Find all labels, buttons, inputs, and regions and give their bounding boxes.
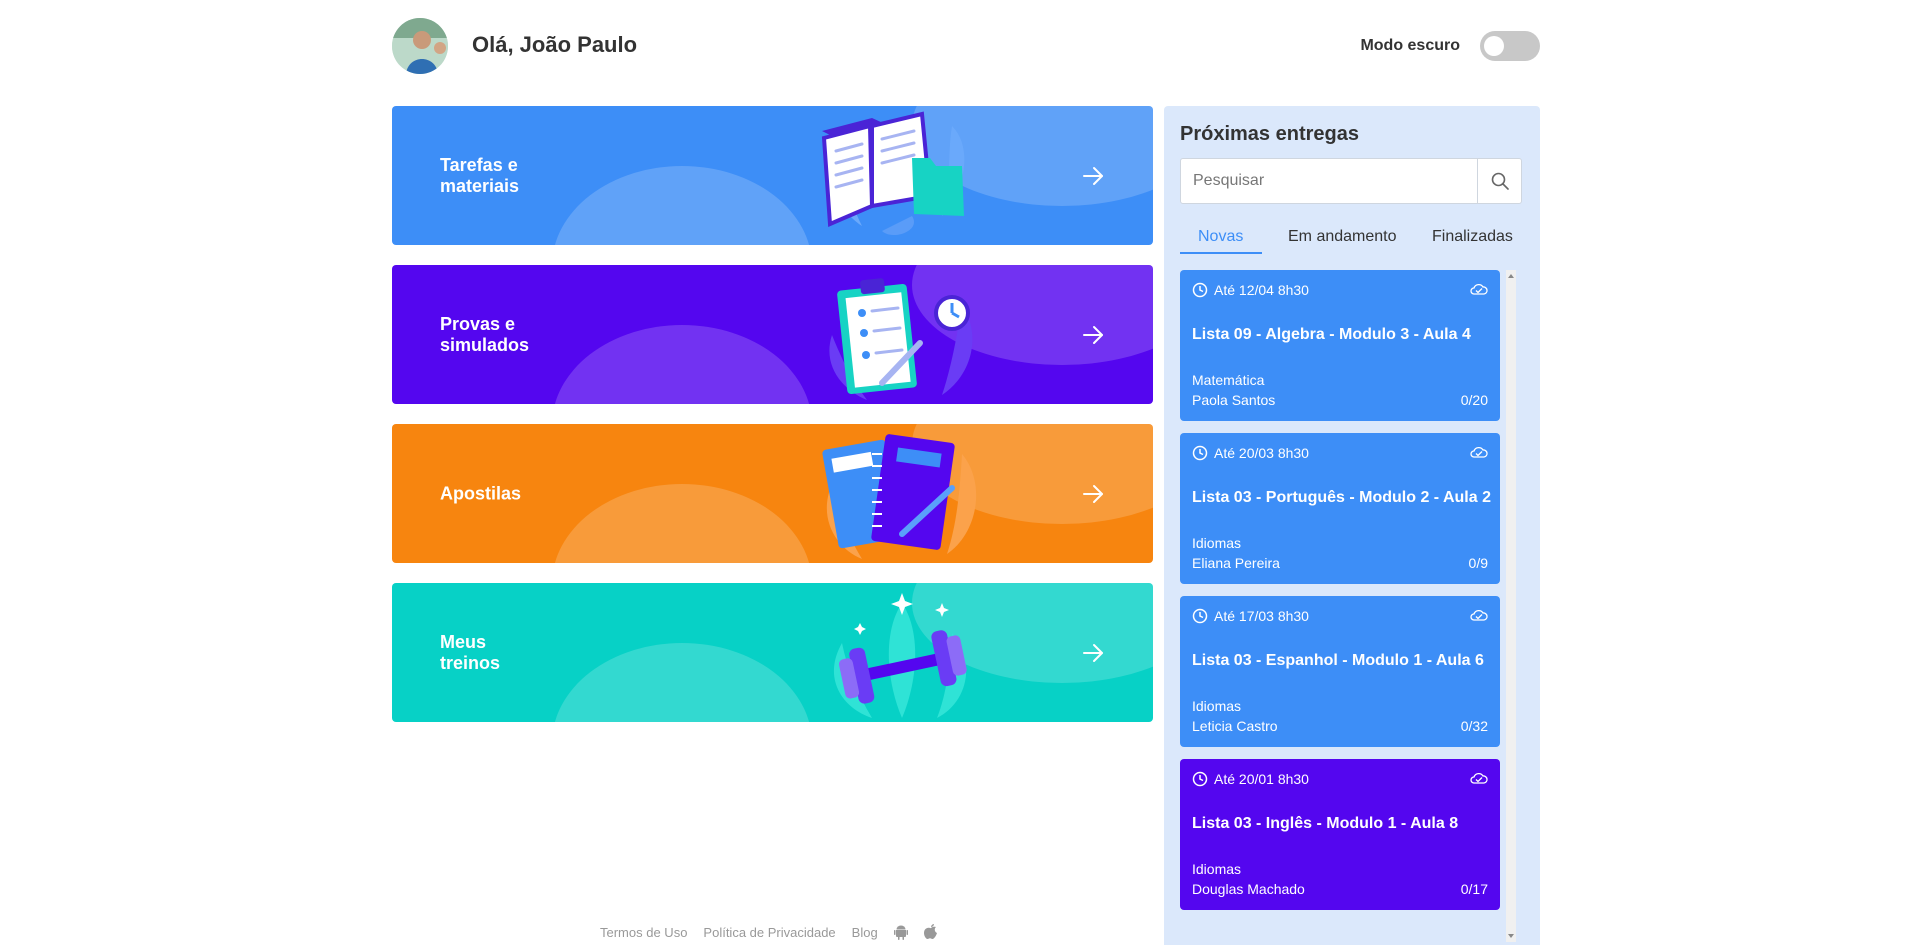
card-background-shape: [552, 166, 812, 245]
deliveries-list: Até 12/04 8h30 Lista 09 - Algebra - Modu…: [1180, 270, 1500, 942]
task-progress-count: 0/32: [1460, 718, 1488, 734]
panel-title: Próximas entregas: [1180, 123, 1359, 145]
arrow-right-icon: [1083, 166, 1103, 185]
card-tarefas-materiais[interactable]: Tarefas e materiais: [392, 106, 1153, 245]
greeting-title: Olá, João Paulo: [472, 32, 638, 57]
cloud-check-icon: [1470, 772, 1488, 784]
list-item[interactable]: Até 12/04 8h30 Lista 09 - Algebra - Modu…: [1180, 270, 1500, 421]
list-item[interactable]: Até 17/03 8h30 Lista 03 - Espanhol - Mod…: [1180, 596, 1500, 747]
cloud-check-icon: [1470, 283, 1488, 295]
task-title: Lista 03 - Inglês - Modulo 1 - Aula 8: [1192, 815, 1459, 832]
search-icon: [1491, 172, 1509, 190]
clock-icon: [1192, 608, 1208, 624]
arrow-right-icon: [1083, 484, 1103, 503]
apple-icon[interactable]: [923, 924, 938, 940]
card-background-shape: [552, 643, 812, 722]
card-background-shape: [552, 484, 812, 563]
category-cards: Tarefas e materiais Provas e simulados A…: [392, 106, 1153, 742]
due-date-text: Até 17/03 8h30: [1214, 608, 1309, 624]
android-icon[interactable]: [893, 924, 908, 940]
terms-link[interactable]: Termos de Uso: [600, 925, 687, 940]
due-date: Até 12/04 8h30: [1192, 282, 1309, 298]
tab-novas[interactable]: Novas: [1198, 228, 1243, 246]
task-title: Lista 09 - Algebra - Modulo 3 - Aula 4: [1192, 326, 1471, 343]
clock-icon: [1192, 282, 1208, 298]
task-progress-count: 0/9: [1468, 555, 1488, 571]
task-subject: Idiomas: [1192, 861, 1242, 877]
due-date-text: Até 20/01 8h30: [1214, 771, 1309, 787]
cloud-check-icon: [1470, 446, 1488, 458]
task-subject: Idiomas: [1192, 698, 1242, 714]
due-date: Até 20/01 8h30: [1192, 771, 1309, 787]
due-date: Até 20/03 8h30: [1192, 445, 1309, 461]
avatar[interactable]: [392, 18, 448, 74]
page-header: Olá, João Paulo Modo escuro: [392, 18, 1540, 74]
open-book-icon: [821, 111, 965, 236]
card-label: Meus treinos: [440, 631, 501, 673]
toggle-knob: [1484, 36, 1504, 56]
clock-icon: [1192, 771, 1208, 787]
task-teacher: Eliana Pereira: [1192, 555, 1280, 571]
task-title: Lista 03 - Português - Modulo 2 - Aula 2: [1192, 489, 1491, 506]
due-date-text: Até 20/03 8h30: [1214, 445, 1309, 461]
due-date-text: Até 12/04 8h30: [1214, 282, 1309, 298]
card-provas-simulados[interactable]: Provas e simulados: [392, 265, 1153, 404]
task-teacher: Paola Santos: [1192, 392, 1276, 408]
task-title: Lista 03 - Espanhol - Modulo 1 - Aula 6: [1192, 652, 1484, 669]
scroll-up-arrow[interactable]: [1508, 274, 1514, 278]
search-input[interactable]: [1181, 159, 1477, 203]
card-label: Provas e simulados: [440, 313, 530, 355]
list-item[interactable]: Até 20/01 8h30 Lista 03 - Inglês - Modul…: [1180, 759, 1500, 910]
page-footer: Termos de Uso Política de Privacidade Bl…: [600, 924, 938, 940]
card-apostilas[interactable]: Apostilas: [392, 424, 1153, 563]
search-button[interactable]: [1477, 159, 1521, 203]
task-subject: Matemática: [1192, 372, 1265, 388]
scroll-down-arrow[interactable]: [1508, 934, 1514, 938]
due-date: Até 17/03 8h30: [1192, 608, 1309, 624]
tab-em-andamento[interactable]: Em andamento: [1288, 228, 1397, 246]
card-background-shape: [552, 325, 812, 404]
dark-mode-label: Modo escuro: [1360, 37, 1460, 54]
list-item[interactable]: Até 20/03 8h30 Lista 03 - Português - Mo…: [1180, 433, 1500, 584]
tab-finalizadas[interactable]: Finalizadas: [1432, 228, 1513, 246]
task-progress-count: 0/20: [1460, 392, 1488, 408]
task-subject: Idiomas: [1192, 535, 1242, 551]
task-teacher: Leticia Castro: [1192, 718, 1278, 734]
blog-link[interactable]: Blog: [852, 925, 878, 940]
arrow-right-icon: [1083, 643, 1103, 662]
tabs: Novas Em andamento Finalizadas: [1180, 222, 1530, 254]
list-scrollbar[interactable]: [1506, 270, 1516, 942]
arrow-right-icon: [1083, 325, 1103, 344]
clipboard-checklist-icon: [829, 278, 973, 400]
card-label: Tarefas e materiais: [440, 154, 520, 196]
upcoming-deliveries-panel: Próximas entregas Novas Em andamento Fin…: [1164, 106, 1540, 945]
dumbbell-icon: [833, 593, 967, 718]
task-teacher: Douglas Machado: [1192, 881, 1305, 897]
task-progress-count: 0/17: [1460, 881, 1488, 897]
dark-mode-toggle[interactable]: [1480, 31, 1540, 61]
notebooks-icon: [822, 434, 977, 559]
search-box: [1180, 158, 1522, 204]
privacy-link[interactable]: Política de Privacidade: [703, 925, 835, 940]
card-label: Apostilas: [440, 483, 522, 503]
active-tab-indicator: [1180, 252, 1262, 254]
cloud-check-icon: [1470, 609, 1488, 621]
card-meus-treinos[interactable]: Meus treinos: [392, 583, 1153, 722]
clock-icon: [1192, 445, 1208, 461]
